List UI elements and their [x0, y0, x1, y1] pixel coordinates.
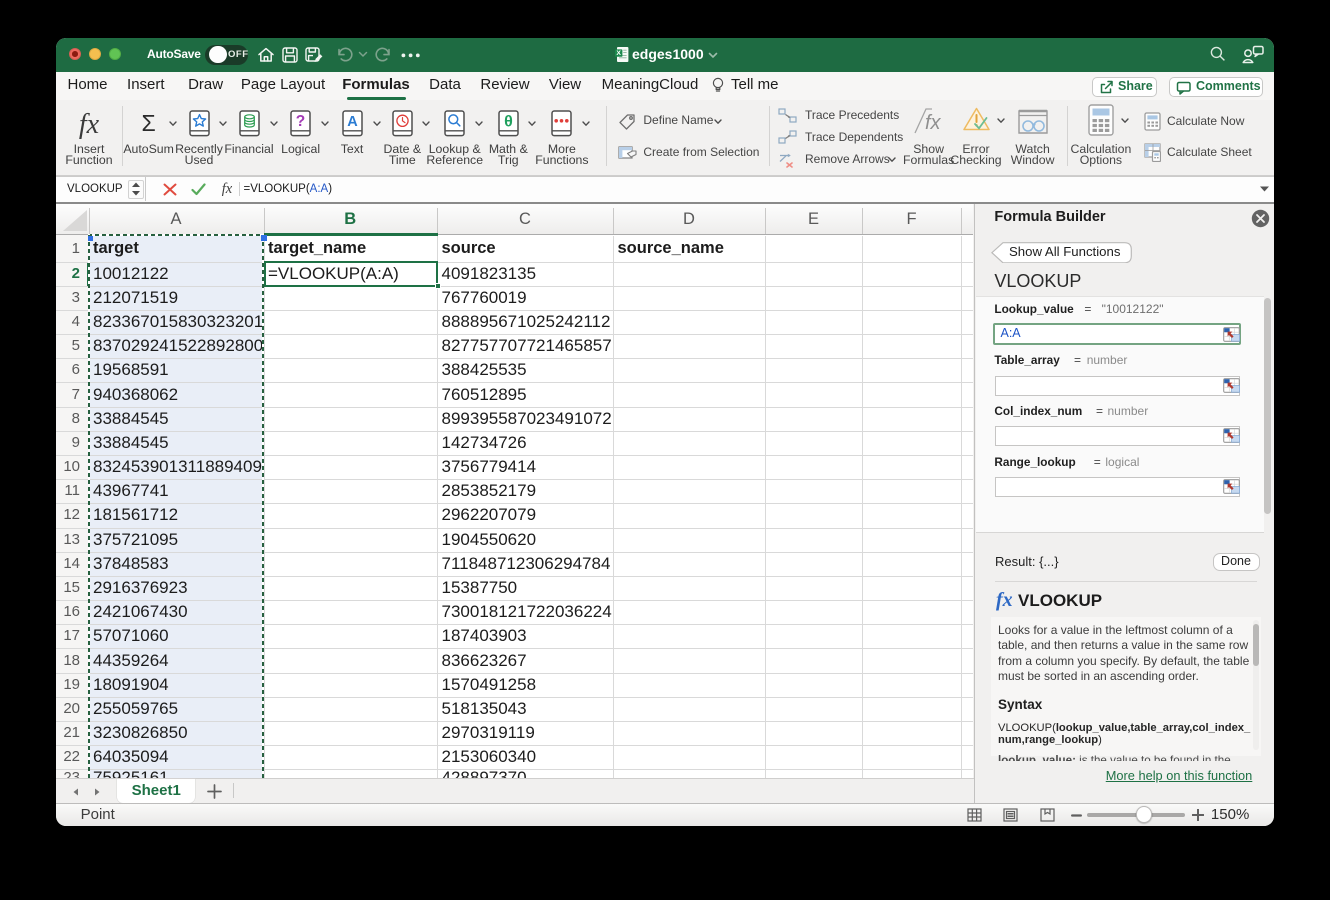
- svg-text:?: ?: [296, 113, 305, 130]
- svg-text:fx: fx: [925, 112, 942, 134]
- svg-text:θ: θ: [504, 113, 513, 130]
- svg-text:X: X: [616, 50, 621, 57]
- svg-text:A: A: [347, 114, 358, 130]
